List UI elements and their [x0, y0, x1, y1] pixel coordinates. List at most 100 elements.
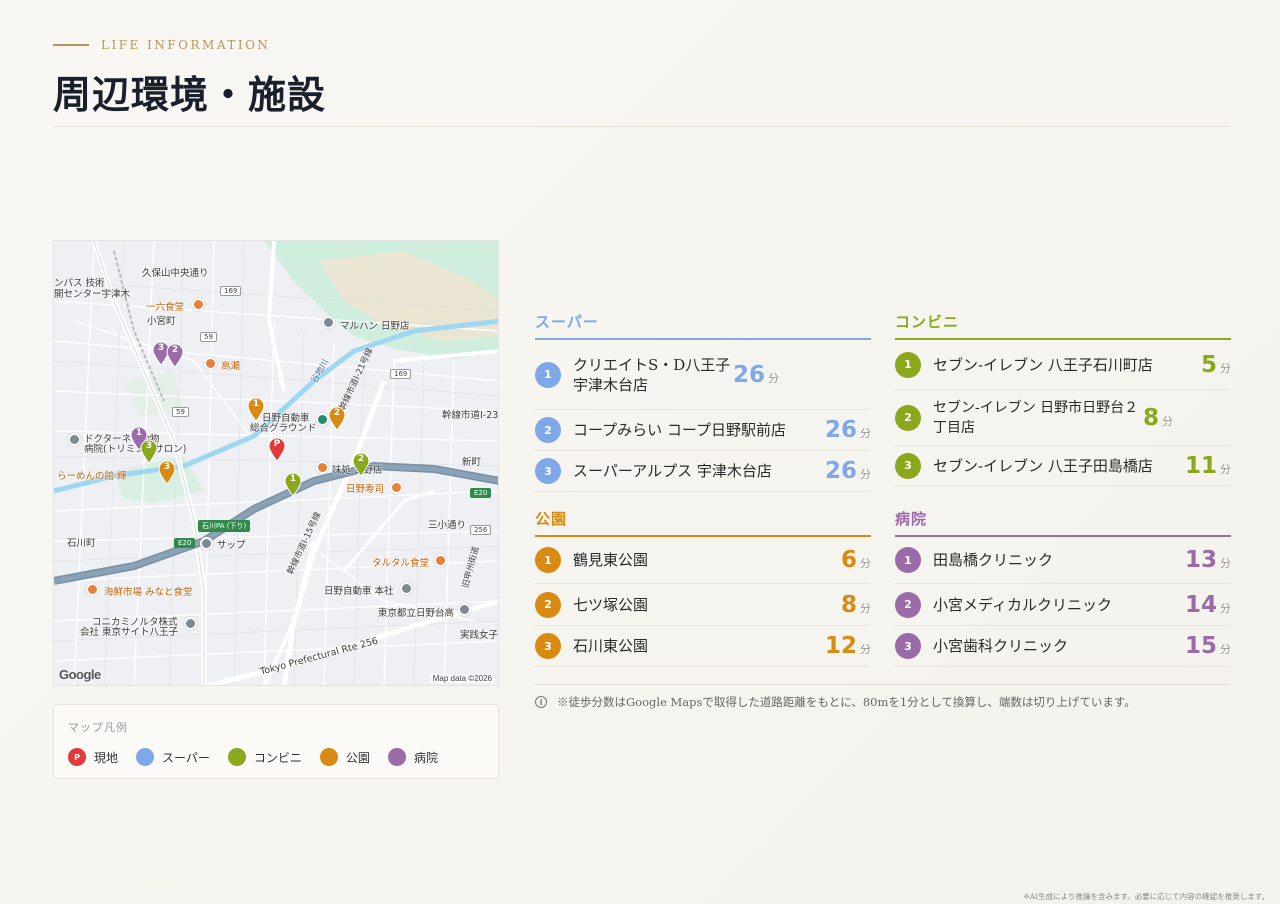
area-map[interactable]: 久保山中央通り ンパス 技術 開センター宇津木 一六食堂 小宮町 マルハン 日野… — [53, 240, 499, 686]
rank-badge: 1 — [895, 351, 921, 378]
map-label-hino-ground2: 総合グラウンド — [250, 423, 317, 434]
legend-item-park: 公園 — [319, 748, 370, 766]
minutes-value: 26 — [824, 458, 857, 484]
category-park: 公園 1 鶴見東公園 6分 2 七ツ塚公園 8分 3 石川東公園 12 分 — [535, 508, 871, 667]
hospital-pin-2[interactable]: 2 — [166, 343, 184, 368]
facility-name: 七ツ塚公園 — [573, 595, 649, 614]
list-item[interactable]: 3 石川東公園 12 分 — [535, 626, 871, 667]
list-item[interactable]: 2 七ツ塚公園 8分 — [535, 584, 871, 626]
walk-minutes: 14 分 — [1185, 592, 1231, 618]
place-icon[interactable] — [200, 537, 213, 550]
list-item[interactable]: 2 コープみらい コープ日野駅前店 26 分 — [535, 410, 871, 451]
convenience-pin-1[interactable]: 1 — [284, 472, 302, 497]
walk-minutes: 26 分 — [825, 417, 871, 443]
list-item[interactable]: 1 クリエイトS・D八王子宇津木台店 26 分 — [535, 340, 871, 410]
list-item[interactable]: 3 セブン-イレブン 八王子田島橋店 11 分 — [895, 446, 1231, 486]
restaurant-icon[interactable] — [86, 583, 99, 596]
rank-badge: 1 — [535, 547, 561, 573]
minutes-unit: 分 — [1162, 414, 1174, 428]
legend-title: マップ凡例 — [68, 721, 128, 734]
legend-label: コンビニ — [253, 750, 302, 765]
category-title: 公園 — [535, 508, 871, 537]
legend-dot-current: P — [68, 748, 86, 766]
place-icon[interactable] — [184, 617, 197, 630]
rank-badge: 1 — [895, 547, 921, 573]
minutes-value: 13 — [1184, 547, 1217, 573]
map-label-hino-school: 東京都立日野台高 — [378, 608, 455, 619]
map-data-credit[interactable]: Map data ©2026 — [429, 674, 495, 683]
rank-badge: 3 — [895, 633, 921, 659]
rank-badge: 3 — [895, 452, 921, 479]
map-label-komiyacho: 小宮町 — [147, 316, 176, 327]
list-item[interactable]: 3 スーパーアルプス 宇津木台店 26 分 — [535, 451, 871, 492]
map-label-tartar: タルタル食堂 — [372, 558, 430, 569]
rank-badge: 2 — [895, 404, 921, 431]
walk-minutes: 12 分 — [825, 633, 871, 659]
route-e20-shield-2: E20 — [470, 488, 492, 498]
convenience-pin-3[interactable]: 3 — [140, 439, 158, 464]
map-legend: マップ凡例 P 現地 スーパー コンビニ 公園 病院 — [53, 704, 499, 779]
note-divider — [535, 684, 1231, 685]
map-label-mitsuya: 三小通り — [428, 520, 467, 531]
list-item[interactable]: 1 田島橋クリニック 13 分 — [895, 537, 1231, 584]
park-pin-3[interactable]: 3 — [158, 460, 176, 485]
page-title: 周辺環境・施設 — [53, 72, 327, 117]
eyebrow-text: LIFE INFORMATION — [101, 38, 271, 52]
walk-minutes: 15 分 — [1185, 633, 1231, 659]
category-title: コンビニ — [895, 311, 1231, 340]
current-location-pin[interactable]: P — [268, 437, 286, 462]
minutes-value: 8 — [1143, 404, 1160, 431]
restaurant-icon[interactable] — [434, 554, 447, 567]
legend-item-supermarket: スーパー — [136, 748, 210, 766]
route-256-shield: 256 — [470, 525, 492, 535]
convenience-pin-2[interactable]: 2 — [352, 452, 370, 477]
minutes-value: 26 — [824, 417, 857, 443]
place-icon[interactable] — [400, 582, 413, 595]
google-logo: Google — [59, 667, 101, 682]
park-pin-2[interactable]: 2 — [328, 406, 346, 431]
list-item[interactable]: 2 小宮メディカルクリニック 14 分 — [895, 584, 1231, 626]
rank-badge: 2 — [535, 417, 561, 443]
map-label-shinmachi: 新町 — [462, 457, 482, 468]
page-header: LIFE INFORMATION 周辺環境・施設 — [53, 38, 1231, 127]
place-icon[interactable] — [322, 316, 335, 329]
map-label-ichiroku: 一六食堂 — [146, 302, 185, 313]
legend-dot-convenience — [227, 748, 246, 766]
school-icon[interactable] — [458, 603, 471, 616]
legend-dot-hospital — [387, 748, 406, 766]
list-item[interactable]: 1 セブン-イレブン 八王子石川町店 5分 — [895, 340, 1231, 390]
minutes-unit: 分 — [860, 601, 871, 615]
minutes-value: 26 — [733, 361, 766, 388]
minutes-unit: 分 — [860, 468, 871, 481]
minutes-unit: 分 — [1220, 361, 1231, 375]
route-59-shield-2: 59 — [172, 407, 189, 417]
restaurant-icon[interactable] — [390, 481, 403, 494]
legend-label: スーパー — [162, 750, 210, 765]
place-icon[interactable] — [68, 433, 81, 446]
minutes-unit: 分 — [860, 427, 871, 440]
route-59-shield: 59 — [200, 332, 217, 342]
list-item[interactable]: 3 小宮歯科クリニック 15 分 — [895, 626, 1231, 667]
facility-name: セブン-イレブン 八王子田島橋店 — [933, 456, 1153, 475]
legend-item-current: P 現地 — [68, 748, 118, 766]
rank-badge: 2 — [535, 591, 561, 618]
park-pin-1[interactable]: 1 — [247, 397, 265, 422]
legend-dot-park — [319, 748, 338, 766]
minutes-unit: 分 — [1220, 557, 1231, 570]
restaurant-icon[interactable] — [316, 461, 329, 474]
minutes-unit: 分 — [1220, 462, 1231, 476]
restaurant-icon[interactable] — [192, 298, 205, 311]
facility-name: セブン-イレブン 日野市日野台２丁目店 — [933, 399, 1139, 436]
rank-badge: 3 — [535, 458, 561, 484]
restaurant-icon[interactable] — [204, 357, 217, 370]
facility-name: 鶴見東公園 — [573, 551, 649, 569]
list-item[interactable]: 1 鶴見東公園 6分 — [535, 537, 871, 584]
list-item[interactable]: 2 セブン-イレブン 日野市日野台２丁目店 8分 — [895, 390, 1231, 446]
map-label-ramen: らーめんの館 輝 — [57, 471, 127, 482]
minutes-value: 5 — [1200, 351, 1217, 378]
info-icon: i — [535, 696, 547, 708]
walk-minutes: 8分 — [841, 592, 871, 618]
map-label-sap: サップ — [217, 540, 246, 551]
minutes-value: 12 — [824, 633, 857, 659]
facility-name: 小宮歯科クリニック — [933, 637, 1069, 655]
